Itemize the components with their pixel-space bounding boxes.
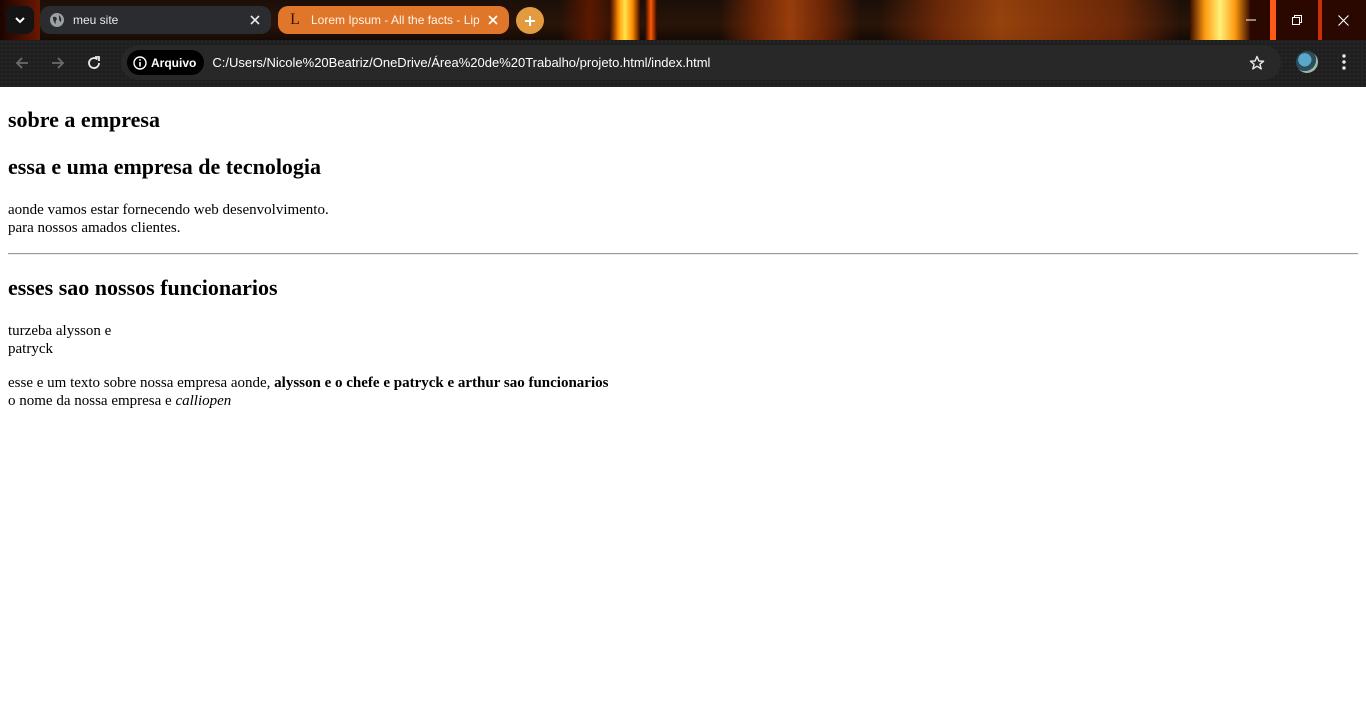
- wallpaper-flame: [560, 0, 620, 40]
- close-window-button[interactable]: [1320, 0, 1366, 40]
- tab-title: meu site: [73, 13, 119, 27]
- back-button[interactable]: [7, 48, 37, 78]
- info-icon: [133, 55, 147, 70]
- close-icon: [1337, 14, 1349, 26]
- forward-button[interactable]: [43, 48, 73, 78]
- site-info-label: Arquivo: [151, 55, 197, 70]
- minimize-icon: [1246, 19, 1256, 21]
- back-arrow-icon: [15, 57, 28, 69]
- close-icon[interactable]: [483, 10, 503, 30]
- tab-title: Lorem Ipsum - All the facts - Lip: [311, 13, 480, 27]
- reload-button[interactable]: [79, 48, 109, 78]
- horizontal-divider: [8, 253, 1358, 255]
- company-name-prefix: o nome da nossa empresa e: [8, 393, 172, 409]
- address-bar[interactable]: Arquivo C:/Users/Nicole%20Beatriz/OneDri…: [121, 45, 1281, 80]
- restore-icon: [1292, 15, 1302, 25]
- employees-text-line: turzeba alysson e: [8, 323, 112, 339]
- browser-menu-button[interactable]: [1332, 48, 1356, 76]
- tab-lorem-ipsum[interactable]: L Lorem Ipsum - All the facts - Lip: [278, 6, 509, 34]
- url-text[interactable]: C:/Users/Nicole%20Beatriz/OneDrive/Área%…: [212, 55, 710, 70]
- minimize-button[interactable]: [1228, 0, 1274, 40]
- heading-funcionarios: esses sao nossos funcionarios: [8, 275, 278, 300]
- tab-meu-site[interactable]: meu site: [40, 6, 271, 34]
- tab-search-button[interactable]: [6, 6, 34, 34]
- employees-text-line: patryck: [8, 341, 53, 357]
- forward-arrow-icon: [52, 57, 65, 69]
- bookmark-button[interactable]: [1247, 53, 1267, 73]
- company-text-bold: alysson e o chefe e patryck e arthur sao…: [274, 375, 609, 391]
- profile-avatar[interactable]: [1296, 51, 1318, 73]
- close-icon[interactable]: [245, 10, 265, 30]
- page-content: sobre a empresa essa e uma empresa de te…: [0, 87, 1366, 728]
- new-tab-button[interactable]: [516, 7, 544, 34]
- restore-button[interactable]: [1274, 0, 1320, 40]
- intro-text-line: para nossos amados clientes.: [8, 220, 181, 236]
- kebab-menu-icon: [1342, 54, 1346, 70]
- lorem-favicon-icon: L: [290, 11, 300, 28]
- wallpaper-flame: [645, 0, 657, 40]
- site-info-chip[interactable]: Arquivo: [127, 50, 205, 75]
- intro-text-line: aonde vamos estar fornecendo web desenvo…: [8, 202, 329, 218]
- plus-icon: [525, 15, 535, 26]
- company-name-line: o nome da nossa empresa e calliopen: [8, 392, 231, 410]
- company-name: calliopen: [175, 393, 232, 409]
- browser-toolbar: Arquivo C:/Users/Nicole%20Beatriz/OneDri…: [0, 40, 1366, 87]
- heading-empresa-tecnologia: essa e uma empresa de tecnologia: [8, 154, 322, 179]
- company-text-prefix: esse e um texto sobre nossa empresa aond…: [8, 375, 271, 391]
- globe-icon: [49, 12, 65, 28]
- company-text-paragraph: esse e um texto sobre nossa empresa aond…: [8, 374, 608, 392]
- reload-icon: [88, 56, 100, 69]
- title-bar: meu site L Lorem Ipsum - All the facts -…: [0, 0, 1366, 40]
- heading-sobre-a-empresa: sobre a empresa: [8, 107, 160, 132]
- star-icon: [1249, 55, 1265, 70]
- wallpaper-flame: [880, 0, 1180, 40]
- chevron-down-icon: [15, 17, 25, 24]
- wallpaper-flame: [720, 0, 860, 40]
